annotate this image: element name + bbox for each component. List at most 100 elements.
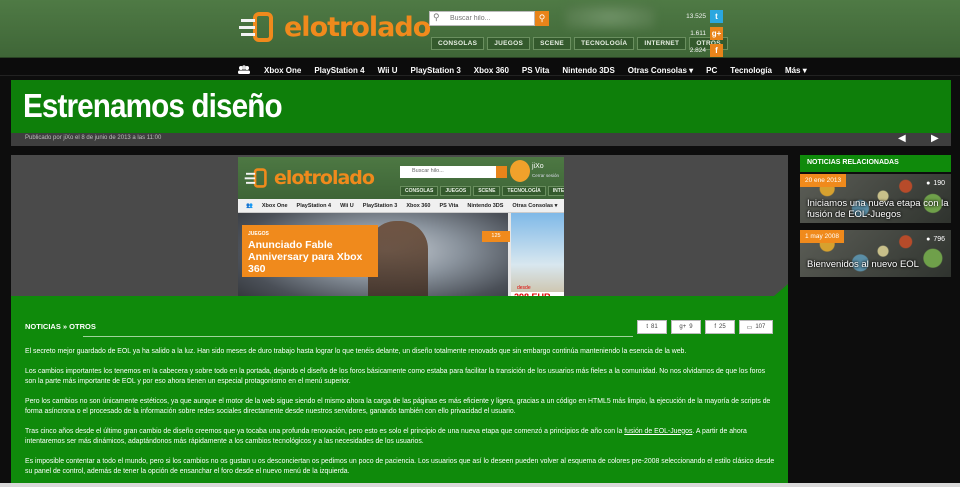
preview-body: JUEGOS Anunciado Fable Anniversary para … (238, 213, 564, 307)
paragraph-text: Tras cinco años desde el último gran cam… (25, 427, 625, 435)
search-input[interactable] (429, 11, 535, 26)
page-title: Estrenamos diseño (23, 87, 283, 124)
nav-pc[interactable]: PC (706, 66, 717, 75)
news-date: 1 may 2008 (800, 230, 844, 243)
article-panel: NOTICIAS » OTROS t 81 g+ 9 f 25 ▭ 107 El sec… (11, 284, 788, 487)
preview-category: INTERN (547, 186, 564, 196)
nav-nintendo-3ds[interactable]: Nintendo 3DS (562, 66, 614, 75)
category-consolas[interactable]: CONSOLAS (431, 37, 485, 50)
preview-nav-item: PlayStation 4 (296, 202, 332, 209)
twitter-icon[interactable]: t (710, 9, 723, 23)
preview-user: jiXo Cerrar sesión (510, 160, 564, 182)
nav-mas[interactable]: Más ▾ (785, 66, 807, 75)
preview-logout: Cerrar sesión (532, 173, 560, 178)
preview-logo-plug-icon (244, 168, 267, 188)
related-news-heading: NOTICIAS RELACIONADAS (800, 155, 951, 172)
prev-arrow-icon[interactable]: ◀ (898, 133, 906, 144)
preview-nav-item: Nintendo 3DS (467, 202, 504, 209)
new-design-screenshot: elotrolado Buscar hilo... jiXo Cerrar se… (238, 157, 564, 307)
social-row-twitter: 13.525 t (682, 8, 723, 24)
related-news-card[interactable]: 1 may 2008 ● 796 Bienvenidos al nuevo EOL (800, 230, 951, 277)
preview-headline-kicker: JUEGOS (248, 231, 269, 237)
comments-icon: ● (926, 180, 931, 187)
comment-count: 107 (755, 324, 766, 330)
nav-ps-vita[interactable]: PS Vita (522, 66, 549, 75)
preview-category: JUEGOS (440, 186, 472, 196)
article-paragraph: Es imposible contentar a todo el mundo, … (25, 457, 775, 476)
preview-headline-tag: JUEGOS Anunciado Fable Anniversary para … (242, 225, 378, 277)
facebook-icon[interactable]: f (710, 43, 723, 57)
news-comments: ● 190 (926, 180, 945, 187)
category-juegos[interactable]: JUEGOS (487, 37, 531, 50)
comment-count: 796 (933, 236, 945, 243)
preview-platform-nav: 👥 Xbox One PlayStation 4 Wii U PlayStati… (238, 199, 564, 213)
search-icon: ⚲ (538, 13, 546, 23)
preview-community-icon: 👥 (246, 202, 253, 209)
search-button[interactable]: ⚲ (535, 11, 549, 26)
article-section[interactable]: NOTICIAS » OTROS (25, 322, 96, 331)
comments-icon: ▭ (746, 324, 753, 331)
news-date: 20 ene 2013 (800, 174, 847, 187)
preview-avatar (510, 160, 530, 182)
article-title-banner: Estrenamos diseño (11, 80, 951, 133)
google-plus-icon: g+ (679, 324, 687, 330)
preview-search-input: Buscar hilo... (400, 166, 496, 178)
category-tecnologia[interactable]: TECNOLOGÍA (574, 37, 635, 50)
category-internet[interactable]: INTERNET (637, 37, 687, 50)
article-paragraph: Pero los cambios no son únicamente estét… (25, 397, 771, 416)
platform-nav: Xbox One PlayStation 4 Wii U PlayStation… (0, 58, 960, 76)
preview-nav-item: Wii U (340, 202, 354, 209)
preview-nav-item: PS Vita (439, 202, 459, 209)
site-logo[interactable]: elotrolado (238, 10, 431, 44)
preview-logo: elotrolado (244, 167, 375, 189)
community-icon[interactable] (237, 61, 251, 79)
nav-playstation-3[interactable]: PlayStation 3 (411, 66, 461, 75)
nav-wii-u[interactable]: Wii U (378, 66, 398, 75)
nav-playstation-4[interactable]: PlayStation 4 (314, 66, 364, 75)
social-row-google-plus: 1.611 g+ (682, 25, 723, 41)
share-twitter-button[interactable]: t 81 (637, 320, 667, 334)
article-meta-bar: Publicado por jiXo el 8 de junio de 2013… (11, 133, 951, 146)
article-paragraph: Los cambios importantes los tenemos en l… (25, 367, 766, 386)
search-icon: ⚲ (433, 12, 440, 22)
user-area-blurred (565, 4, 655, 30)
preview-logo-text: elotrolado (274, 167, 375, 189)
nav-otras-consolas[interactable]: Otras Consolas ▾ (628, 66, 693, 75)
article-paragraph: Tras cinco años desde el último gran cam… (25, 427, 777, 448)
preview-ad: desde 298 EUR (511, 213, 564, 307)
facebook-count: 2.824 (689, 46, 706, 54)
preview-headline: Anunciado Fable Anniversary para Xbox 36… (248, 239, 363, 275)
social-row-facebook: 2.824 f (682, 42, 723, 58)
logo-plug-icon (238, 10, 278, 44)
share-count: 9 (689, 324, 693, 330)
google-plus-count: 1.611 (690, 29, 706, 37)
google-plus-icon[interactable]: g+ (710, 26, 723, 40)
preview-ad-from: desde (517, 285, 531, 291)
news-title: Iniciamos una nueva etapa con la fusión … (807, 198, 949, 220)
article-body: El secreto mejor guardado de EOL ya ha s… (25, 347, 777, 487)
fusion-eol-juegos-link[interactable]: fusión de EOL-Juegos (624, 428, 692, 435)
share-facebook-button[interactable]: f 25 (705, 320, 735, 334)
category-scene[interactable]: SCENE (533, 37, 572, 50)
share-buttons: t 81 g+ 9 f 25 ▭ 107 (637, 320, 773, 334)
preview-search-button (496, 166, 507, 178)
nav-tecnologia[interactable]: Tecnología (730, 66, 772, 75)
nav-xbox-360[interactable]: Xbox 360 (474, 66, 509, 75)
social-followers: 13.525 t 1.611 g+ 2.824 f (682, 8, 723, 59)
comment-count: 190 (933, 180, 945, 187)
nav-xbox-one[interactable]: Xbox One (264, 66, 301, 75)
article-paragraph: El secreto mejor guardado de EOL ya ha s… (25, 348, 687, 355)
article-meta: Publicado por jiXo el 8 de junio de 2013… (25, 135, 162, 141)
news-title: Bienvenidos al nuevo EOL (807, 259, 919, 270)
preview-comments-badge: 125 (482, 231, 510, 242)
twitter-count: 13.525 (686, 12, 706, 20)
search-box: ⚲ ⚲ (429, 11, 549, 26)
share-google-plus-button[interactable]: g+ 9 (671, 320, 701, 334)
comments-button[interactable]: ▭ 107 (739, 320, 773, 334)
next-arrow-icon[interactable]: ▶ (931, 133, 939, 144)
horizontal-scrollbar[interactable] (0, 483, 960, 487)
related-news-card[interactable]: 20 ene 2013 ● 190 Iniciamos una nueva eta… (800, 174, 951, 223)
site-header: elotrolado ⚲ ⚲ CONSOLAS JUEGOS SCENE TEC… (0, 0, 960, 58)
preview-nav-item: Otras Consolas ▾ (512, 202, 558, 209)
preview-category: SCENE (473, 186, 501, 196)
